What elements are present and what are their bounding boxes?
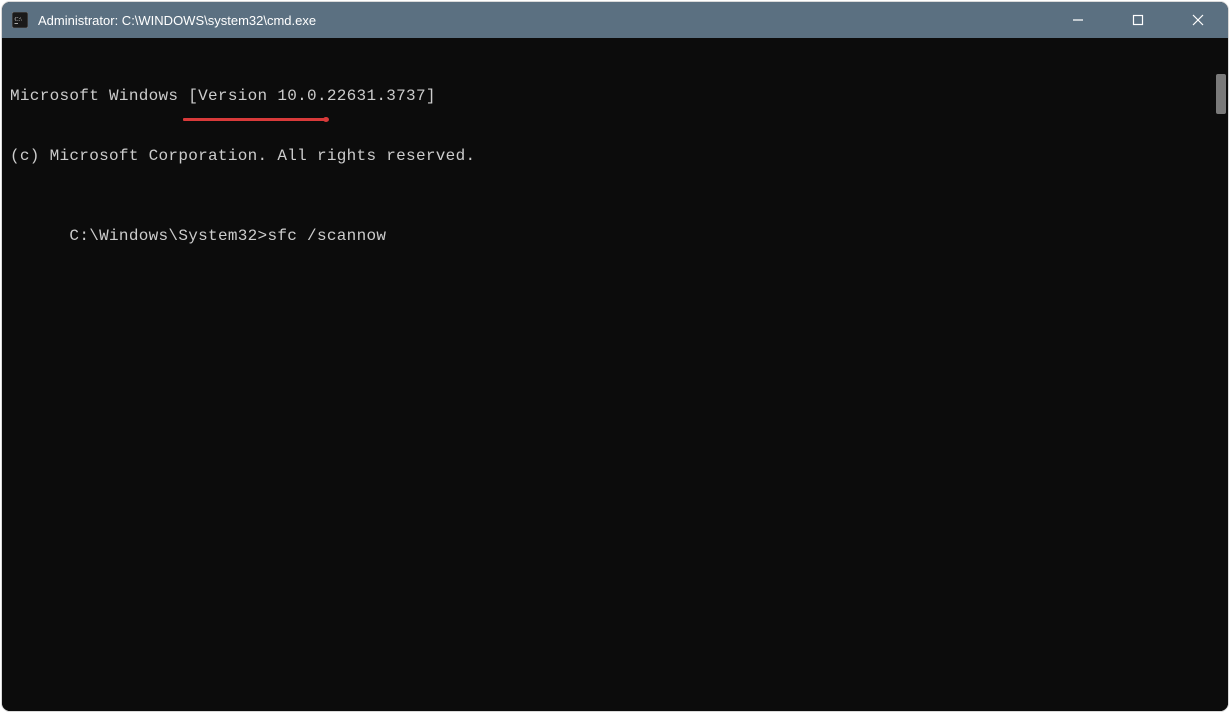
terminal-prompt: C:\Windows\System32> <box>69 227 267 245</box>
svg-text:C:\: C:\ <box>15 17 23 23</box>
vertical-scrollbar[interactable] <box>1214 38 1228 711</box>
minimize-button[interactable] <box>1048 2 1108 38</box>
titlebar[interactable]: C:\ Administrator: C:\WINDOWS\system32\c… <box>2 2 1228 38</box>
terminal-prompt-line: C:\Windows\System32>sfc /scannow <box>69 226 386 246</box>
content-wrapper: Microsoft Windows [Version 10.0.22631.37… <box>2 38 1228 711</box>
terminal-command: sfc /scannow <box>267 227 386 245</box>
scrollbar-thumb[interactable] <box>1216 74 1226 114</box>
cmd-window: C:\ Administrator: C:\WINDOWS\system32\c… <box>2 2 1228 711</box>
window-controls <box>1048 2 1228 38</box>
terminal-output-line: Microsoft Windows [Version 10.0.22631.37… <box>10 86 1206 106</box>
window-title: Administrator: C:\WINDOWS\system32\cmd.e… <box>38 13 316 28</box>
maximize-button[interactable] <box>1108 2 1168 38</box>
cmd-icon: C:\ <box>12 12 28 28</box>
close-button[interactable] <box>1168 2 1228 38</box>
terminal-output-line: (c) Microsoft Corporation. All rights re… <box>10 146 1206 166</box>
red-underline-annotation <box>183 118 327 121</box>
terminal-area[interactable]: Microsoft Windows [Version 10.0.22631.37… <box>2 38 1214 711</box>
